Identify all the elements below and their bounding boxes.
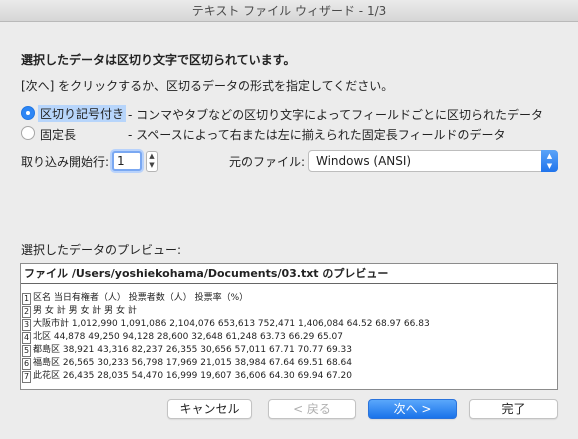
- row-number: 7: [22, 371, 31, 383]
- row-number: 2: [22, 306, 31, 318]
- start-row-stepper[interactable]: ▲ ▼: [146, 151, 158, 172]
- start-row-input[interactable]: 1: [112, 151, 142, 171]
- preview-row: 6 福島区 26,565 30,233 56,798 17,969 21,015 …: [21, 357, 557, 370]
- row-number: 4: [22, 332, 31, 344]
- instruction-heading: 選択したデータは区切り文字で区切られています。: [21, 53, 296, 67]
- origin-value: Windows (ANSI): [316, 154, 412, 168]
- row-text: 北区 44,878 49,250 94,128 28,600 32,648 61…: [33, 332, 343, 342]
- preview-label: 選択したデータのプレビュー:: [21, 243, 182, 257]
- select-arrows-icon: ▲ ▼: [541, 150, 558, 172]
- preview-row: 4 北区 44,878 49,250 94,128 28,600 32,648 6…: [21, 331, 557, 344]
- next-button[interactable]: 次へ >: [368, 399, 457, 419]
- fixed-width-label[interactable]: 固定長: [40, 126, 76, 143]
- preview-rows: 1 区名 当日有権者（人） 投票者数（人） 投票率（%） 2男 女 計 男 女 計…: [21, 292, 557, 383]
- stepper-up-icon[interactable]: ▲: [147, 152, 157, 161]
- delimited-description: - コンマやタブなどの区切り文字によってフィールドごとに区切られたデータ: [128, 108, 543, 122]
- row-text: 福島区 26,565 30,233 56,798 17,969 21,015 3…: [33, 358, 352, 368]
- row-text: 此花区 26,435 28,035 54,470 16,999 19,607 3…: [33, 371, 352, 381]
- preview-row: 7 此花区 26,435 28,035 54,470 16,999 19,607 …: [21, 370, 557, 383]
- preview-pane[interactable]: ファイル /Users/yoshiekohama/Documents/03.tx…: [20, 263, 558, 390]
- row-number: 3: [22, 319, 31, 331]
- stepper-down-icon[interactable]: ▼: [147, 161, 157, 170]
- back-button[interactable]: < 戻る: [268, 399, 356, 419]
- instruction-subtext: [次へ] をクリックするか、区切るデータの形式を指定してください。: [21, 79, 394, 93]
- row-text: 大阪市計 1,012,990 1,091,086 2,104,076 653,6…: [33, 319, 430, 329]
- fixed-width-description: - スペースによって右または左に揃えられた固定長フィールドのデータ: [128, 128, 506, 142]
- row-number: 5: [22, 345, 31, 357]
- row-text: 都島区 38,921 43,316 82,237 26,355 30,656 5…: [33, 345, 352, 355]
- finish-button[interactable]: 完了: [469, 399, 558, 419]
- row-number: 6: [22, 358, 31, 370]
- preview-row: 2男 女 計 男 女 計 男 女 計: [21, 305, 557, 318]
- start-row-label: 取り込み開始行:: [21, 155, 110, 169]
- origin-label: 元のファイル:: [229, 155, 306, 169]
- preview-row: 5 都島区 38,921 43,316 82,237 26,355 30,656 …: [21, 344, 557, 357]
- preview-row: 1 区名 当日有権者（人） 投票者数（人） 投票率（%）: [21, 292, 557, 305]
- row-text: 男 女 計 男 女 計 男 女 計: [33, 306, 137, 316]
- preview-title: ファイル /Users/yoshiekohama/Documents/03.tx…: [21, 264, 557, 284]
- preview-row: 3 大阪市計 1,012,990 1,091,086 2,104,076 653,…: [21, 318, 557, 331]
- delimited-label[interactable]: 区切り記号付き: [38, 105, 127, 122]
- row-text: 区名 当日有権者（人） 投票者数（人） 投票率（%）: [33, 293, 249, 303]
- fixed-width-radio[interactable]: [21, 126, 35, 140]
- delimited-radio[interactable]: [21, 106, 35, 120]
- cancel-button[interactable]: キャンセル: [167, 399, 252, 419]
- origin-select[interactable]: Windows (ANSI) ▲ ▼: [308, 150, 558, 172]
- row-number: 1: [22, 293, 31, 305]
- window-title: テキスト ファイル ウィザード - 1/3: [0, 0, 578, 22]
